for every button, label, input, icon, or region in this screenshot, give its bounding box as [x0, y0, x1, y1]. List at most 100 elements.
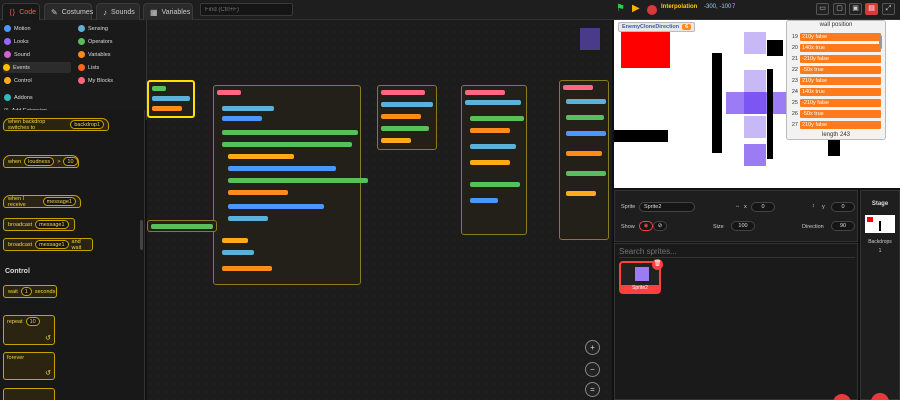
category-my-blocks[interactable]: My Blocks	[78, 75, 113, 86]
size-field[interactable]: 100	[731, 221, 755, 231]
small-stage-icon[interactable]: ▭	[816, 3, 829, 15]
category-looks[interactable]: Looks	[4, 36, 29, 47]
list-item: 24 140x true	[789, 87, 881, 96]
add-backdrop-button[interactable]	[871, 393, 889, 400]
category-motion[interactable]: Motion	[4, 23, 31, 34]
show-hidden-toggle[interactable]: ⊘	[653, 221, 667, 231]
brush-icon: ✎	[51, 7, 58, 17]
category-operators[interactable]: Operators	[78, 36, 112, 47]
list-monitor[interactable]: wall position 19 210y false 20 140x true 2…	[786, 20, 886, 140]
code-icon: ⟨⟩	[9, 7, 16, 17]
find-input[interactable]	[200, 3, 293, 16]
when-i-receive-block[interactable]: when I receive message1	[3, 195, 81, 208]
code-workspace[interactable]: + − =	[147, 20, 612, 400]
loudness-value[interactable]: 10	[63, 157, 78, 166]
main-script-stack[interactable]	[213, 85, 368, 285]
add-sprite-button[interactable]	[833, 394, 851, 400]
repeat-header: repeat 10	[3, 315, 40, 328]
enemy-shape	[744, 92, 766, 114]
broadcast-message-dropdown[interactable]: message1	[35, 220, 69, 229]
broadcast-block[interactable]: broadcast message1	[3, 218, 75, 231]
wait-value[interactable]: 1	[20, 287, 32, 296]
when-backdrop-switches-block[interactable]: when backdrop switches to backdrop1	[3, 118, 109, 131]
tab-code[interactable]: ⟨⟩ Code	[2, 3, 40, 20]
wait-block[interactable]: wait 1 seconds	[3, 285, 57, 298]
wall-shape	[767, 40, 783, 56]
eye-off-icon: ⊘	[657, 223, 663, 229]
top-bar: ⟨⟩ Code ✎ Costumes ♪ Sounds ▦ Variables …	[0, 0, 900, 20]
fps-counter: 7	[732, 4, 736, 10]
script-stack-2[interactable]	[377, 85, 437, 150]
category-lists[interactable]: Lists	[78, 62, 99, 73]
list-length: length 243	[821, 132, 851, 138]
wall-shape	[614, 130, 668, 142]
interpolation-label: Interpolation	[661, 4, 698, 10]
sprite-thumbnail	[635, 267, 649, 281]
tab-costumes[interactable]: ✎ Costumes	[44, 3, 93, 20]
zoom-out-button[interactable]: −	[585, 362, 600, 377]
category-addons[interactable]: Addons	[4, 92, 33, 103]
pause-icon[interactable]: ▶	[632, 3, 640, 14]
sprite-name-field[interactable]: Sprite2	[639, 202, 695, 212]
category-events[interactable]: Events	[3, 62, 71, 73]
repeat-value[interactable]: 10	[25, 317, 40, 326]
zoom-in-button[interactable]: +	[585, 340, 600, 355]
repeat-block[interactable]: repeat 10 ↺	[3, 315, 55, 345]
sprite-card[interactable]: 🗑 Sprite2	[619, 259, 663, 294]
list-item: 25 -210y false	[789, 98, 881, 107]
category-variables[interactable]: Variables	[78, 49, 111, 60]
motion-dot-icon	[4, 25, 11, 32]
stack-row	[152, 96, 190, 101]
wall-shape	[767, 69, 773, 159]
list-item: 21 -210y false	[789, 54, 881, 63]
y-arrows-icon: ↕	[812, 203, 815, 209]
stop-icon[interactable]	[647, 5, 657, 15]
palette-scrollbar[interactable]	[140, 220, 143, 250]
variables-icon: ▦	[150, 7, 158, 17]
speaker-icon: ♪	[103, 7, 107, 17]
x-field[interactable]: 0	[751, 202, 775, 212]
direction-field[interactable]: 90	[831, 221, 855, 231]
sprite-search-input[interactable]	[619, 246, 855, 258]
category-control[interactable]: Control	[4, 75, 32, 86]
list-item: 23 210y false	[789, 76, 881, 85]
category-sound[interactable]: Sound	[4, 49, 30, 60]
wall-shape	[712, 53, 722, 153]
fullscreen-icon[interactable]: ⤢	[882, 3, 895, 15]
broadcast-wait-message-dropdown[interactable]: message1	[35, 240, 69, 249]
app-root: ⟨⟩ Code ✎ Costumes ♪ Sounds ▦ Variables …	[0, 0, 900, 400]
script-stack-3[interactable]	[461, 85, 527, 235]
message-dropdown[interactable]: message1	[42, 197, 76, 206]
control-section-label: Control	[5, 268, 30, 275]
stack-row	[152, 106, 182, 111]
script-stack-4[interactable]	[559, 80, 609, 240]
delete-sprite-icon[interactable]: 🗑	[652, 259, 663, 270]
loudness-dropdown[interactable]: loudness	[24, 157, 55, 166]
list-item: 19 210y false	[789, 32, 881, 41]
list-title: wall position	[819, 22, 853, 28]
when-loudness-block[interactable]: when loudness > 10	[3, 155, 79, 168]
forever-block[interactable]: forever ↺	[3, 352, 55, 380]
broadcast-and-wait-block[interactable]: broadcast message1 and wait	[3, 238, 93, 251]
stage-mode-icon[interactable]: ▤	[865, 3, 878, 15]
if-block[interactable]	[3, 388, 55, 400]
stage-selector-panel[interactable]: Stage Backdrops 1	[860, 190, 900, 400]
list-scrollbar[interactable]	[879, 35, 882, 49]
zoom-reset-button[interactable]: =	[585, 382, 600, 397]
y-field[interactable]: 0	[831, 202, 855, 212]
detached-script-stack[interactable]	[147, 220, 217, 232]
enemy-shape	[726, 92, 746, 114]
green-flag-icon[interactable]: ⚑	[616, 3, 625, 14]
show-visible-toggle[interactable]: ◉	[639, 221, 653, 231]
selected-script-stack[interactable]	[147, 80, 195, 118]
my-blocks-dot-icon	[78, 77, 85, 84]
large-stage-icon[interactable]: ▣	[849, 3, 862, 15]
variable-monitor: EnemyCloneDirection 6	[618, 22, 696, 32]
category-sensing[interactable]: Sensing	[78, 23, 108, 34]
looks-dot-icon	[4, 38, 11, 45]
normal-stage-icon[interactable]: ▢	[833, 3, 846, 15]
backdrop-dropdown[interactable]: backdrop1	[70, 120, 104, 129]
mouse-coords: -300, -100	[704, 4, 732, 10]
tab-variables[interactable]: ▦ Variables	[143, 3, 193, 20]
tab-sounds[interactable]: ♪ Sounds	[96, 3, 140, 20]
